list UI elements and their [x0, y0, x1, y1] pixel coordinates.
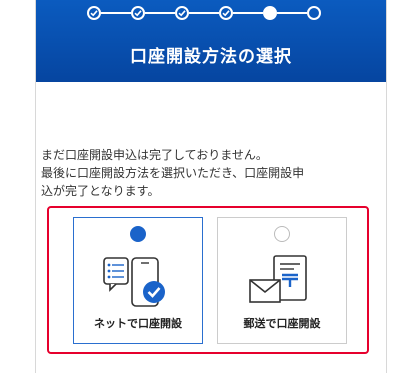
page-title: 口座開設方法の選択 [130, 47, 292, 67]
option-mail-card[interactable]: 郵送で口座開設 [217, 217, 347, 344]
option-online-radio[interactable] [130, 226, 146, 242]
step-connector [277, 12, 307, 14]
instruction-line-1: まだ口座開設申込は完了しておりません。 [41, 148, 268, 162]
option-mail-radio[interactable] [274, 226, 290, 242]
step-2-done-icon [131, 6, 145, 20]
step-connector [233, 12, 263, 14]
option-online-label: ネットで口座開設 [94, 317, 182, 330]
step-6-upcoming-icon [307, 6, 321, 20]
instruction-line-3: 込が完了となります。 [41, 184, 160, 198]
step-5-current-icon [263, 6, 277, 20]
header: 口座開設方法の選択 [36, 0, 386, 82]
smartphone-checklist-icon [102, 254, 176, 316]
step-4-done-icon [219, 6, 233, 20]
mail-envelope-document-icon [246, 254, 320, 316]
step-3-done-icon [175, 6, 189, 20]
step-connector [145, 12, 175, 14]
option-online-card[interactable]: ネットで口座開設 [73, 217, 203, 344]
instruction-line-2: 最後に口座開設方法を選択いただき、口座開設申 [41, 166, 305, 180]
step-1-done-icon [87, 6, 101, 20]
option-mail-label: 郵送で口座開設 [243, 317, 321, 330]
instruction-text: まだ口座開設申込は完了しておりません。 最後に口座開設方法を選択いただき、口座開… [41, 146, 351, 200]
step-connector [101, 12, 131, 14]
progress-stepper [36, 6, 386, 26]
step-connector [189, 12, 219, 14]
